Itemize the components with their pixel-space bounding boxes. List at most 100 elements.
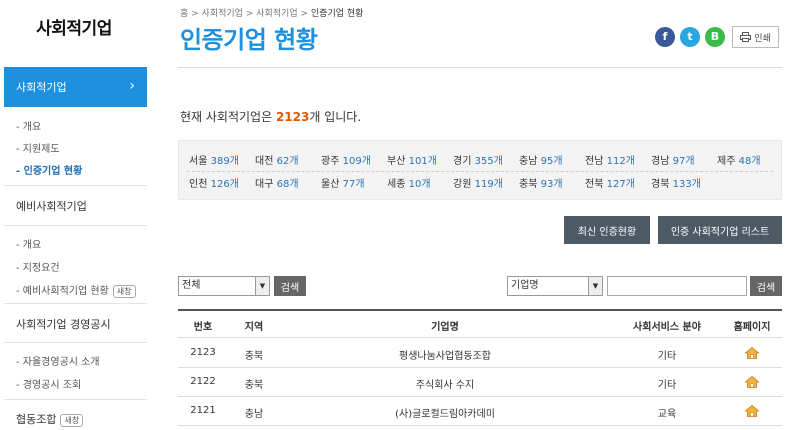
breadcrumb-item[interactable]: 사회적기업 [256,9,297,19]
region-item[interactable]: 부산 101개 [387,152,437,167]
keyword-input[interactable] [607,276,747,296]
total-count: 2123 [275,110,310,124]
facebook-share-icon[interactable]: f [655,27,675,47]
sidebar-sub-certified-status[interactable]: - 인증기업 현황 [16,162,82,177]
homepage-icon[interactable] [744,346,760,359]
cell-company-name[interactable]: (사)글로컬드림아카데미 [330,405,560,420]
sidebar-item-cooperative[interactable]: 협동조합 새창 [16,411,84,427]
cell-service-field: 교육 [657,409,677,420]
cell-number: 2123 [190,347,216,358]
region-name: 경남 [651,156,670,167]
region-count: 48개 [738,156,761,167]
page-title: 인증기업 현황 [180,26,318,54]
summary-text: 현재 사회적기업은 2123개 입니다. [180,108,361,125]
region-name: 부산 [387,156,406,167]
region-select[interactable]: 전체 ▼ [178,276,270,296]
region-item[interactable]: 충남 95개 [519,152,563,167]
cell-company-name[interactable]: 평생나눔사업협동조합 [330,347,560,362]
region-count: 119개 [474,179,503,190]
region-item[interactable]: 경남 97개 [651,152,695,167]
sidebar-sub-pre-overview[interactable]: - 개요 [16,236,41,251]
divider [4,303,147,304]
region-item[interactable]: 대전 62개 [255,152,299,167]
cell-service-field: 기타 [657,380,677,391]
region-item[interactable]: 인천 126개 [189,175,239,190]
field-select[interactable]: 기업명 ▼ [507,276,603,296]
sidebar-sub-support[interactable]: - 지원제도 [16,140,60,155]
field-select-value: 기업명 [511,280,539,291]
cell-company-name[interactable]: 주식회사 수지 [330,376,560,391]
new-window-badge: 새창 [60,413,84,427]
divider [187,171,773,172]
column-header-field: 사회서비스 분야 [633,322,701,333]
sidebar-item-social-enterprise[interactable]: 사회적기업 › [4,67,147,107]
sidebar-sub-label: - 예비사회적기업 현황 [16,286,109,297]
region-count: 93개 [540,179,563,190]
region-item[interactable]: 제주 48개 [717,152,761,167]
breadcrumb-item[interactable]: 사회적기업 [202,9,243,19]
region-name: 광주 [321,156,340,167]
latest-status-button[interactable]: 최신 인증현황 [564,216,650,244]
divider [178,367,782,368]
divider [4,399,147,400]
region-item[interactable]: 전북 127개 [585,175,635,190]
table-top-border [178,309,782,311]
sidebar-item-disclosure[interactable]: 사회적기업 경영공시 [16,316,111,332]
sidebar-sub-pre-status[interactable]: - 예비사회적기업 현황 새창 [16,282,136,298]
printer-icon [740,32,752,42]
region-name: 대구 [255,179,274,190]
print-button[interactable]: 인쇄 [732,26,779,48]
summary-suffix: 개 입니다. [309,110,362,124]
blog-share-icon[interactable]: B [705,27,725,47]
region-item[interactable]: 경북 133개 [651,175,701,190]
region-count: 62개 [276,156,299,167]
homepage-icon[interactable] [744,404,760,417]
twitter-share-icon[interactable]: t [680,27,700,47]
sidebar-item-pre-social[interactable]: 예비사회적기업 [16,198,87,214]
certified-list-button[interactable]: 인증 사회적기업 리스트 [658,216,782,244]
divider [4,185,147,186]
cell-number: 2121 [190,405,216,416]
region-item[interactable]: 충북 93개 [519,175,563,190]
sidebar-item-label: 사회적기업 [16,81,67,94]
region-name: 충북 [519,179,538,190]
region-count: 133개 [672,179,701,190]
region-count: 355개 [474,156,503,167]
breadcrumb-current: 인증기업 현황 [310,9,364,19]
sidebar-sub-requirements[interactable]: - 지정요건 [16,259,60,274]
keyword-search-button[interactable]: 검색 [750,276,782,296]
dropdown-arrow-icon: ▼ [255,277,269,295]
region-count: 101개 [408,156,437,167]
region-count-box: 서울 389개 대전 62개 광주 109개 부산 101개 경기 355개 충남 95개… [178,140,782,200]
region-item[interactable]: 대구 68개 [255,175,299,190]
region-name: 경북 [651,179,670,190]
breadcrumb: 홈 > 사회적기업 > 사회적기업 > 인증기업 현황 [180,9,364,19]
region-item[interactable]: 울산 77개 [321,175,365,190]
region-count: 389개 [210,156,239,167]
region-item[interactable]: 경기 355개 [453,152,503,167]
region-item[interactable]: 세종 10개 [387,175,431,190]
region-name: 울산 [321,179,340,190]
breadcrumb-home[interactable]: 홈 [180,9,188,19]
region-item[interactable]: 전남 112개 [585,152,635,167]
sidebar-sub-disclosure-search[interactable]: - 경영공시 조회 [16,376,81,391]
region-item[interactable]: 서울 389개 [189,152,239,167]
sidebar-item-label: 협동조합 [16,413,57,426]
divider [4,225,147,226]
column-header-region: 지역 [244,322,264,333]
region-count: 126개 [210,179,239,190]
sidebar-sub-disclosure-intro[interactable]: - 자율경영공시 소개 [16,353,100,368]
region-name: 서울 [189,156,208,167]
divider [178,425,782,426]
divider [178,337,782,338]
column-header-name: 기업명 [431,322,459,333]
region-item[interactable]: 광주 109개 [321,152,371,167]
region-item[interactable]: 강원 119개 [453,175,503,190]
sidebar-sub-overview[interactable]: - 개요 [16,118,41,133]
region-search-button[interactable]: 검색 [274,276,306,296]
print-label: 인쇄 [754,33,771,44]
region-count: 127개 [606,179,635,190]
cell-number: 2122 [190,376,216,387]
region-name: 전남 [585,156,604,167]
homepage-icon[interactable] [744,375,760,388]
